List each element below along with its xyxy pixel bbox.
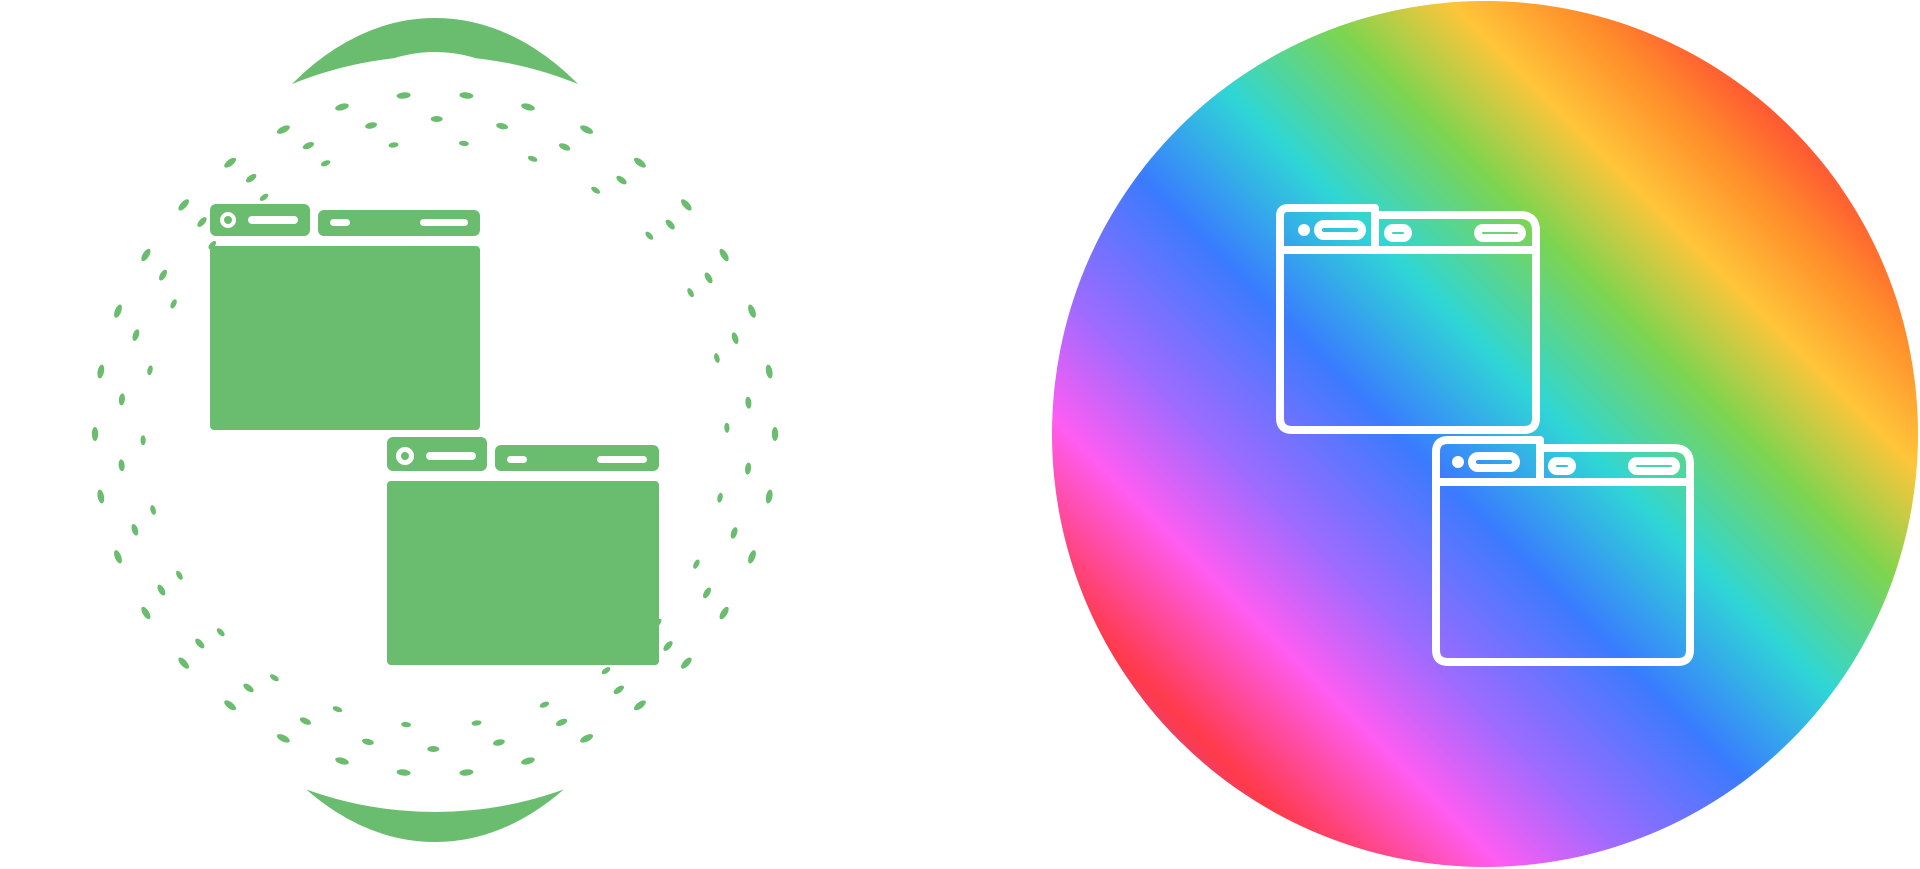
window-dot-icon: [1452, 456, 1464, 468]
window-tab-line: [597, 456, 647, 463]
window-body: [210, 246, 480, 430]
window-tab-line: [420, 219, 468, 226]
ring-dot: [771, 427, 779, 441]
windows-icon-gradient-circle: [1050, 0, 1920, 869]
window-dot-icon: [1298, 224, 1310, 236]
window-tab-line: [248, 216, 298, 224]
badge-inner-disc: [57, 56, 813, 812]
windows-icon-green-badge: [0, 0, 870, 869]
ring-dot: [91, 427, 99, 441]
window-tab-line: [426, 452, 476, 460]
green-badge-svg: [57, 18, 813, 842]
window-body: [387, 481, 659, 665]
window-tab-line: [507, 456, 527, 463]
window-dot-icon-inner: [224, 216, 232, 224]
gradient-circle-svg: [1052, 1, 1918, 867]
icon-canvas: [0, 0, 1920, 869]
window-tab-line: [330, 219, 350, 226]
window-dot-icon-inner: [401, 452, 409, 460]
